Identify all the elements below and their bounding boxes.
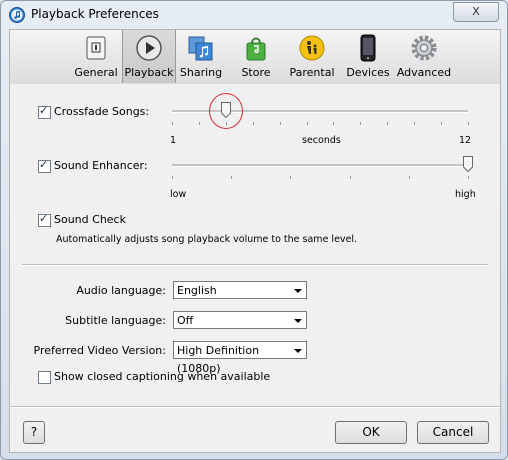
sound-enhancer-min-label: low: [170, 189, 187, 200]
slider-tick: [253, 122, 254, 125]
help-icon: ?: [30, 425, 38, 439]
tab-store[interactable]: Store: [232, 30, 280, 83]
video-version-label: Preferred Video Version:: [33, 344, 166, 357]
sound-check-label: Sound Check: [54, 213, 126, 226]
slider-tick: [231, 176, 232, 179]
tab-label: Advanced: [396, 66, 452, 79]
slider-tick: [172, 122, 173, 125]
tab-playback[interactable]: Playback: [122, 30, 176, 83]
button-bar: ? OK Cancel: [9, 409, 499, 452]
sound-enhancer-label: Sound Enhancer:: [54, 159, 148, 172]
sound-check-description: Automatically adjusts song playback volu…: [56, 234, 358, 245]
sound-check-checkbox[interactable]: [38, 212, 51, 227]
preferences-window: Playback Preferences X General Playback: [0, 0, 508, 460]
section-divider: [22, 264, 488, 266]
tab-devices[interactable]: Devices: [342, 30, 394, 83]
help-button[interactable]: ?: [23, 421, 45, 444]
tab-label: Devices: [346, 66, 390, 79]
video-version-select[interactable]: High Definition (1080p): [173, 341, 307, 375]
subtitle-language-value: Off: [177, 314, 194, 327]
slider-tick: [199, 122, 200, 125]
slider-tick: [468, 176, 469, 179]
audio-language-select[interactable]: English: [173, 281, 307, 299]
gear-icon: [411, 35, 437, 61]
slider-tick: [172, 176, 173, 179]
slider-tick: [350, 176, 351, 179]
preferences-toolbar: General Playback Sharing Store Parental …: [9, 29, 501, 85]
chevron-down-icon: [294, 319, 302, 323]
parental-icon: [299, 35, 325, 61]
tab-advanced[interactable]: Advanced: [394, 30, 454, 83]
tab-label: Parental: [289, 66, 335, 79]
slider-tick: [333, 122, 334, 125]
ok-button[interactable]: OK: [335, 421, 407, 444]
footer-divider: [10, 406, 500, 408]
crossfade-checkbox[interactable]: [38, 104, 51, 119]
crossfade-label: Crossfade Songs:: [54, 105, 150, 118]
slider-tick: [409, 176, 410, 179]
tab-label: Store: [241, 66, 271, 79]
cancel-button-label: Cancel: [432, 425, 474, 439]
sound-enhancer-slider-thumb[interactable]: [463, 156, 473, 172]
tab-label: Sharing: [179, 66, 223, 79]
itunes-app-icon: [9, 7, 25, 23]
general-icon: [86, 36, 106, 60]
close-icon: X: [472, 5, 480, 18]
tab-general[interactable]: General: [70, 30, 122, 83]
ok-button-label: OK: [362, 425, 380, 439]
subtitle-language-select[interactable]: Off: [173, 311, 307, 329]
audio-language-value: English: [177, 284, 217, 297]
sound-enhancer-slider[interactable]: [172, 164, 468, 167]
play-icon: [136, 35, 162, 61]
crossfade-max-label: 12: [459, 135, 472, 146]
slider-tick: [387, 122, 388, 125]
highlight-circle: [208, 93, 243, 129]
sharing-icon: [188, 36, 213, 61]
slider-tick: [414, 122, 415, 125]
sound-enhancer-max-label: high: [455, 189, 476, 200]
closed-captioning-label: Show closed captioning when available: [54, 370, 271, 383]
slider-tick: [360, 122, 361, 125]
tab-label: Playback: [124, 66, 174, 79]
window-title: Playback Preferences: [31, 7, 159, 21]
closed-captioning-checkbox[interactable]: [38, 371, 51, 384]
subtitle-language-label: Subtitle language:: [65, 314, 166, 327]
crossfade-min-label: 1: [170, 135, 177, 146]
close-button[interactable]: X: [453, 2, 499, 22]
slider-tick: [307, 122, 308, 125]
slider-tick: [441, 122, 442, 125]
playback-panel: Crossfade Songs: 1 seconds 12 Sound Enha…: [9, 84, 501, 453]
crossfade-unit-label: seconds: [302, 135, 341, 146]
tab-label: General: [74, 66, 118, 79]
slider-tick: [290, 176, 291, 179]
title-bar: Playback Preferences X: [1, 1, 507, 29]
slider-tick: [280, 122, 281, 125]
audio-language-label: Audio language:: [76, 284, 166, 297]
store-bag-icon: [246, 37, 266, 61]
chevron-down-icon: [294, 289, 302, 293]
tab-parental[interactable]: Parental: [286, 30, 338, 83]
cancel-button[interactable]: Cancel: [417, 421, 489, 444]
device-icon: [360, 34, 376, 62]
slider-tick: [468, 122, 469, 125]
sound-enhancer-checkbox[interactable]: [38, 158, 51, 173]
tab-sharing[interactable]: Sharing: [176, 30, 226, 83]
chevron-down-icon: [294, 349, 302, 353]
